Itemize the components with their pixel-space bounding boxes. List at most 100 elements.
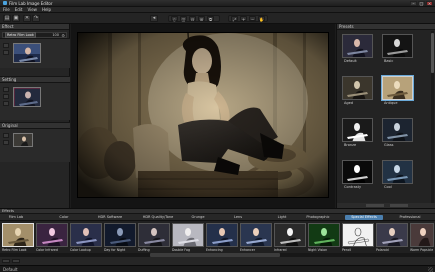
- effect-panel-header: Effect: [0, 24, 69, 30]
- preset-tile-default[interactable]: [342, 34, 373, 58]
- preset-tile-cool[interactable]: [382, 160, 413, 184]
- effects-tab-bar: Film Lab Color HDR Software HDR Quality/…: [0, 214, 435, 221]
- preset-glass-image: [383, 119, 412, 141]
- effect-image-warm-popsicle: [411, 224, 433, 246]
- visibility-toggle-icon[interactable]: [3, 133, 9, 138]
- tab-special-effects[interactable]: Special Effects: [345, 215, 383, 220]
- effect-label-infrared: Infrared: [274, 248, 287, 252]
- layer-icon[interactable]: [3, 43, 9, 48]
- window-controls: – □ ×: [410, 1, 433, 6]
- zoom-group: ⤢ + − ✋: [228, 15, 268, 22]
- minimize-icon[interactable]: –: [410, 1, 417, 6]
- cancel-icon[interactable]: ✕: [23, 15, 31, 22]
- tab-professional[interactable]: Professional: [390, 215, 430, 220]
- presets-footer-button-2[interactable]: [389, 204, 408, 207]
- effect-label-pencil: Pencil: [342, 248, 352, 252]
- effect-thumb-day-for-night[interactable]: [104, 223, 136, 247]
- open-icon[interactable]: ▤: [3, 15, 11, 22]
- save-icon[interactable]: ▣: [12, 15, 20, 22]
- toolbar: ▤ ▣ ✕ ↷ ◂ ▯ ◫ ⊟ ⊞ ⧉ ⤢ + − ✋: [0, 13, 435, 24]
- resize-grip-icon[interactable]: [428, 267, 433, 272]
- effect-label-polaroid: Polaroid: [376, 248, 389, 252]
- split-horizontal-icon[interactable]: ⊟: [189, 16, 196, 22]
- tab-hdr-quality-tone[interactable]: HDR Quality/Tone: [136, 215, 180, 220]
- preset-tile-contrasty[interactable]: [342, 160, 373, 184]
- menu-edit[interactable]: Edit: [15, 7, 23, 12]
- effect-label-color-infrared: Color Infrared: [36, 248, 58, 252]
- menu-view[interactable]: View: [27, 7, 37, 12]
- presets-scroll-thumb[interactable]: [431, 33, 434, 73]
- effect-thumb-color-infrared[interactable]: [36, 223, 68, 247]
- presets-footer-button-1[interactable]: [365, 204, 384, 207]
- brush-icon[interactable]: [3, 87, 9, 92]
- effects-add-icon[interactable]: [2, 259, 10, 263]
- preset-tile-aged[interactable]: [342, 76, 373, 100]
- preset-default-image: [343, 35, 372, 57]
- effect-image-pencil: [343, 224, 373, 246]
- preset-tile-basic[interactable]: [382, 34, 413, 58]
- preset-tile-antique[interactable]: [382, 76, 413, 100]
- original-section: Original: [0, 122, 70, 162]
- compare-icon[interactable]: ⧉: [207, 16, 214, 22]
- zoom-in-icon[interactable]: +: [240, 16, 247, 22]
- menu-file[interactable]: File: [3, 7, 10, 12]
- split-vertical-icon[interactable]: ◫: [180, 16, 187, 22]
- tab-grunge[interactable]: Grunge: [184, 215, 212, 220]
- mask-icon[interactable]: [3, 50, 9, 55]
- effect-label-double-fog: Double Fog: [172, 248, 191, 252]
- app-icon: [3, 1, 7, 5]
- effect-thumb-pencil[interactable]: [342, 223, 374, 247]
- effect-thumb-night-vision[interactable]: [308, 223, 340, 247]
- effect-image-color-infrared: [37, 224, 67, 246]
- effect-image-night-vision: [309, 224, 339, 246]
- effect-thumb-double-fog[interactable]: [172, 223, 204, 247]
- redo-icon[interactable]: ↷: [32, 15, 40, 22]
- preset-value[interactable]: 100: [52, 33, 59, 37]
- reset-icon[interactable]: [3, 140, 9, 145]
- eraser-icon[interactable]: [3, 94, 9, 99]
- tab-hdr-software[interactable]: HDR Software: [92, 215, 128, 220]
- close-icon[interactable]: ×: [426, 1, 433, 6]
- preset-aged-image: [343, 77, 372, 99]
- preset-label-default: Default: [344, 59, 357, 63]
- tab-film-lab[interactable]: Film Lab: [2, 215, 30, 220]
- setting-thumbnail[interactable]: [13, 87, 41, 107]
- presets-scrollbar[interactable]: [431, 31, 434, 207]
- effect-image-enhancer: [241, 224, 271, 246]
- preset-tile-glass[interactable]: [382, 118, 413, 142]
- effect-thumb-warm-popsicle[interactable]: [410, 223, 434, 247]
- effect-thumbnail[interactable]: [13, 43, 41, 63]
- effects-remove-icon[interactable]: [12, 259, 20, 263]
- single-view-icon[interactable]: ▯: [171, 16, 178, 22]
- effect-thumb-infrared[interactable]: [274, 223, 306, 247]
- effect-label-night-vision: Night Vision: [308, 248, 328, 252]
- effect-label-duffing: Duffing: [138, 248, 150, 252]
- zoom-out-icon[interactable]: −: [249, 16, 256, 22]
- setting-header: Setting: [0, 77, 70, 83]
- tab-lens[interactable]: Lens: [226, 215, 250, 220]
- effect-thumb-retro-film-look[interactable]: [2, 223, 34, 247]
- effect-thumb-enhancer[interactable]: [240, 223, 272, 247]
- side-by-side-icon[interactable]: ⊞: [198, 16, 205, 22]
- image-canvas[interactable]: [71, 24, 335, 208]
- tab-color[interactable]: Color: [50, 215, 78, 220]
- effect-thumb-polaroid[interactable]: [376, 223, 408, 247]
- maximize-icon[interactable]: □: [418, 1, 425, 6]
- effect-thumb-duffing[interactable]: [138, 223, 170, 247]
- effect-image-enhancing: [207, 224, 237, 246]
- visibility-icon[interactable]: [3, 101, 9, 106]
- effect-thumb-enhancing[interactable]: [206, 223, 238, 247]
- zoom-fit-icon[interactable]: ⤢: [231, 16, 238, 22]
- tab-light[interactable]: Light: [270, 215, 294, 220]
- effect-thumb-color-lookup[interactable]: [70, 223, 102, 247]
- original-thumbnail[interactable]: [13, 133, 33, 147]
- undo-history-icon[interactable]: ◂: [150, 15, 158, 22]
- effect-image-day-for-night: [105, 224, 135, 246]
- main-photo-image: [78, 33, 328, 197]
- preset-label-contrasty: Contrasty: [344, 185, 362, 189]
- tab-photographic[interactable]: Photographic: [300, 215, 336, 220]
- preset-tile-bronze[interactable]: [342, 118, 373, 142]
- main-photo[interactable]: [77, 32, 329, 198]
- hand-tool-icon[interactable]: ✋: [258, 16, 265, 22]
- menu-help[interactable]: Help: [42, 7, 51, 12]
